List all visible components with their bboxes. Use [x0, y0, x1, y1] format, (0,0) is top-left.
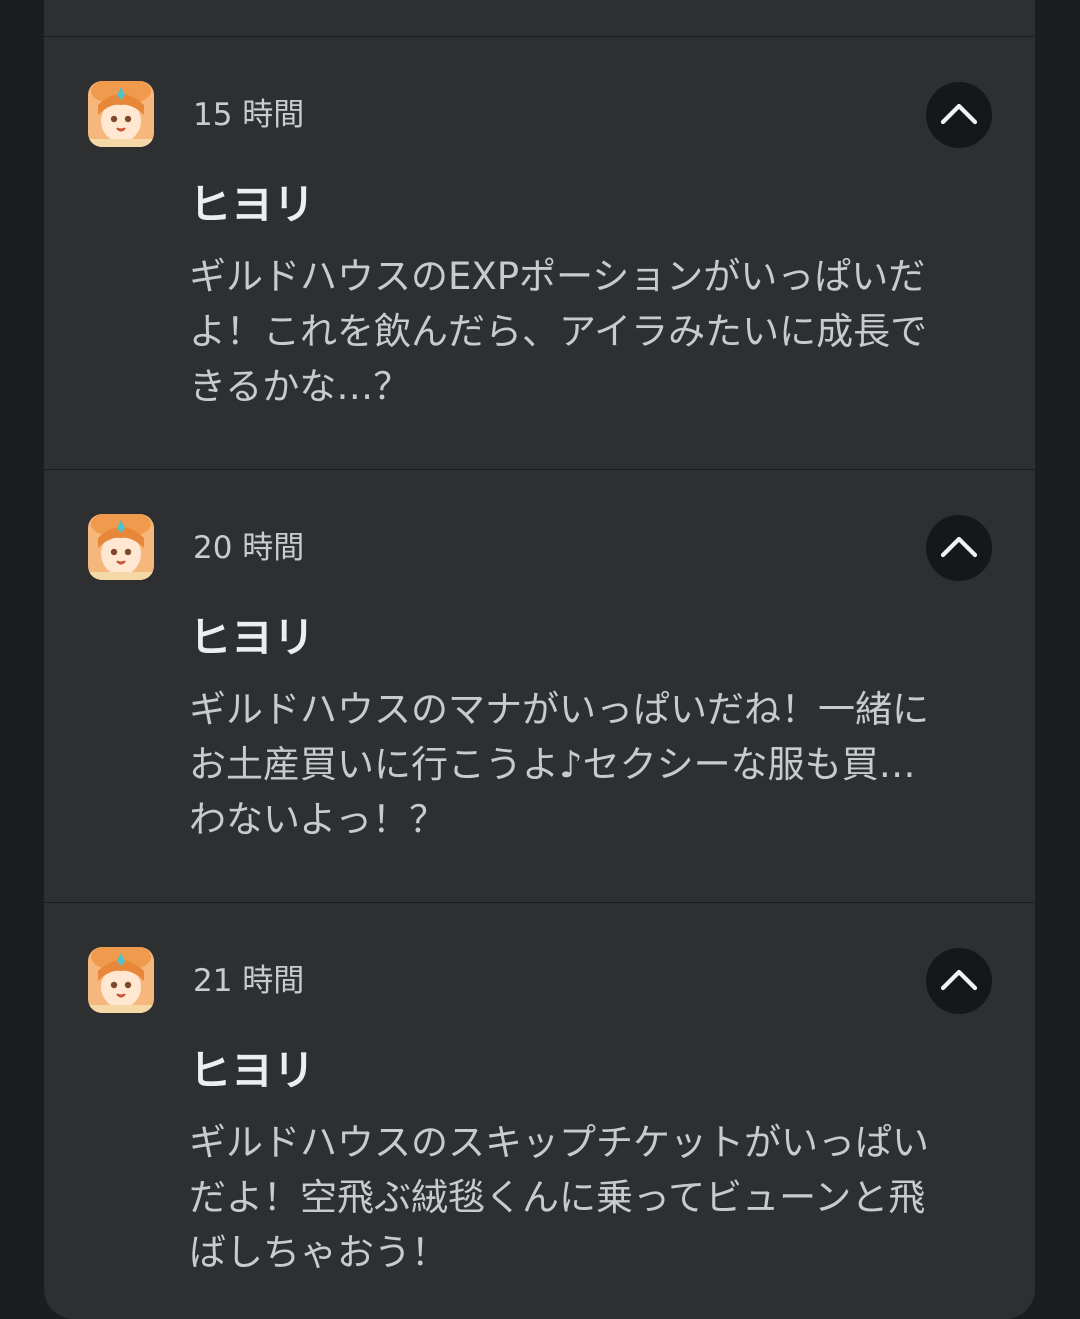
hiyori-character-icon — [88, 81, 154, 147]
hiyori-character-icon — [88, 947, 154, 1013]
chevron-up-icon — [940, 103, 978, 125]
notification-card[interactable]: 15 時間 ヒヨリ ギルドハウスのEXPポーションがいっぱいだ よ！これを飲んだ… — [44, 37, 1035, 469]
notification-time: 15 時間 — [193, 97, 305, 133]
collapse-button[interactable] — [926, 82, 992, 148]
hiyori-character-icon — [88, 514, 154, 580]
notification-body-line: ギルドハウスのEXPポーションがいっぱいだ — [189, 255, 926, 298]
notification-card[interactable]: 20 時間 ヒヨリ ギルドハウスのマナがいっぱいだね！一緒に お土産買いに行こう… — [44, 470, 1035, 902]
notification-time: 20 時間 — [193, 530, 305, 566]
notification-body-line: よ！これを飲んだら、アイラみたいに成長で — [189, 310, 928, 353]
chevron-up-icon — [940, 969, 978, 991]
notification-title: ヒヨリ — [189, 180, 316, 229]
notification-time: 21 時間 — [193, 963, 305, 999]
notification-body-line: ばしちゃおう！ — [189, 1231, 448, 1274]
notification-card[interactable]: 21 時間 ヒヨリ ギルドハウスのスキップチケットがいっぱい だよ！空飛ぶ絨毯く… — [44, 903, 1035, 1319]
notification-body-line: ギルドハウスのスキップチケットがいっぱい — [189, 1121, 929, 1164]
notification-body-line: ギルドハウスのマナがいっぱいだね！一緒に — [189, 688, 929, 731]
notification-body-line: わないよっ！？ — [189, 798, 447, 841]
notification-body-line: だよ！空飛ぶ絨毯くんに乗ってビューンと飛 — [189, 1176, 926, 1219]
collapse-button[interactable] — [926, 515, 992, 581]
chevron-up-icon — [940, 536, 978, 558]
notification-title: ヒヨリ — [189, 613, 316, 662]
notification-body-line: きるかな…？ — [189, 365, 411, 408]
notification-body-line: お土産買いに行こうよ♪セクシーな服も買… — [189, 743, 916, 786]
notification-shade: 15 時間 ヒヨリ ギルドハウスのEXPポーションがいっぱいだ よ！これを飲んだ… — [44, 0, 1035, 1319]
collapse-button[interactable] — [926, 948, 992, 1014]
notification-title: ヒヨリ — [189, 1046, 316, 1095]
